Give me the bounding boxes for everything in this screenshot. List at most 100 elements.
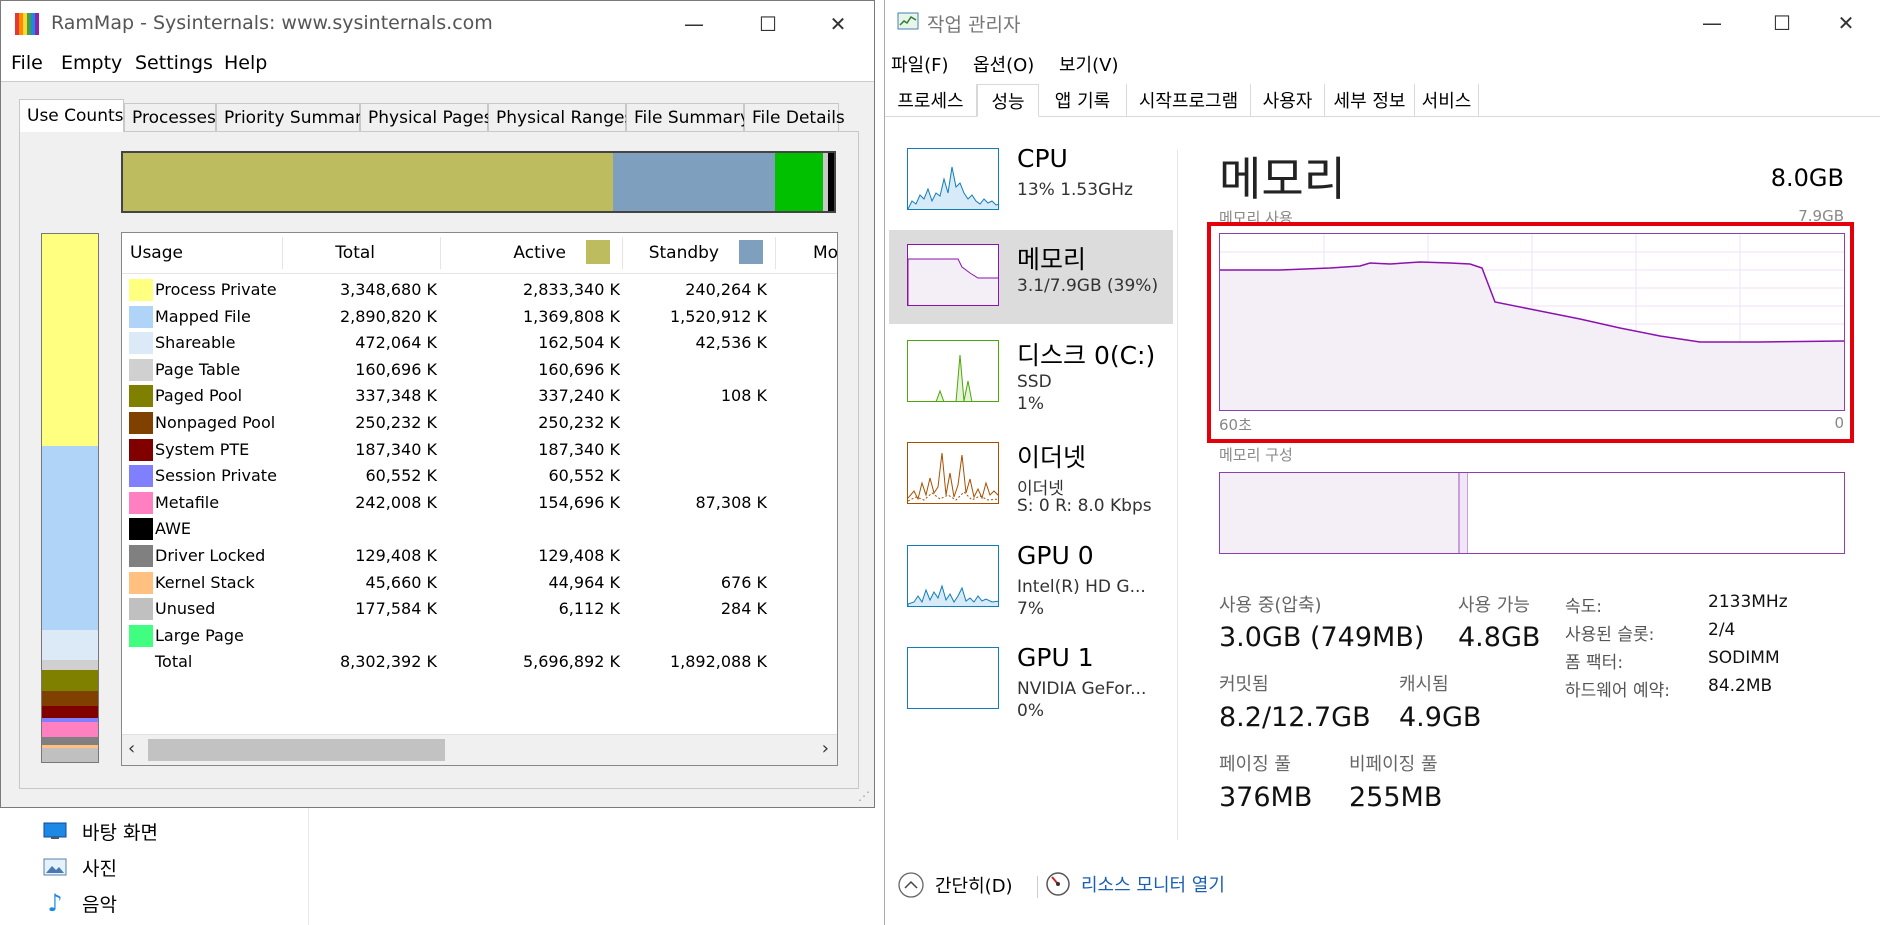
usage-label: Total [155,652,193,672]
maximize-button[interactable]: ☐ [1751,0,1813,46]
table-row[interactable]: Mapped File 2,890,820 K 1,369,808 K 1,520,9… [122,304,837,330]
col-active[interactable]: Active [513,243,566,263]
menu-file[interactable]: 파일(F) [891,51,949,77]
tab-performance[interactable]: 성능 [977,84,1039,117]
tab-use-counts[interactable]: Use Counts [19,99,124,132]
menu-help[interactable]: Help [224,52,267,74]
memory-composition-label: 메모리 구성 [1219,446,1293,464]
col-total[interactable]: Total [335,243,375,263]
open-resource-monitor-link[interactable]: 리소스 모니터 열기 [1045,871,1225,897]
usage-color-swatch [129,624,153,647]
spec-form-factor-label: 폼 팩터: [1565,653,1624,673]
active-cell: 6,112 K [558,599,620,619]
horizontal-scrollbar[interactable]: ‹ › [122,734,837,765]
total-cell: 45,660 K [365,572,437,592]
table-row[interactable]: Kernel Stack 45,660 K 44,964 K 676 K [122,570,837,596]
composition-in-use[interactable] [1220,473,1460,553]
tab-physical-ranges[interactable]: Physical Ranges [488,103,633,131]
table-row[interactable]: Shareable 472,064 K 162,504 K 42,536 K [122,330,837,356]
total-cell: 177,584 K [355,599,437,619]
fewer-details-button[interactable]: 간단히(D) [897,871,1013,899]
tab-processes[interactable]: 프로세스 [885,84,977,116]
total-cell: 129,408 K [355,546,437,565]
usage-label: Driver Locked [155,546,266,565]
standby-cell: 108 K [720,386,767,406]
maximize-button[interactable]: ☐ [737,1,799,47]
footer: 간단히(D) 리소스 모니터 열기 [885,855,1880,915]
scroll-right-icon[interactable]: › [822,738,829,759]
menu-empty[interactable]: Empty [61,52,122,74]
composition-modified[interactable] [1460,473,1468,553]
usage-color-swatch [129,358,153,381]
menu-file[interactable]: File [11,52,43,74]
resize-grip-icon[interactable]: ⋰ [858,789,870,803]
tab-startup[interactable]: 시작프로그램 [1127,84,1251,116]
sidebar-item-cpu[interactable]: CPU 13% 1.53GHz [889,138,1173,232]
sidebar-item-ethernet[interactable]: 이더넷 이더넷 S: 0 R: 8.0 Kbps [889,432,1173,526]
sidebar-item-detail: 0% [1017,701,1044,721]
tab-physical-pages[interactable]: Physical Pages [360,103,493,131]
table-row[interactable]: Page Table 160,696 K 160,696 K [122,357,837,383]
sidebar-item-memory[interactable]: 메모리 3.1/7.9GB (39%) [889,230,1173,324]
total-cell: 3,348,680 K [339,280,437,299]
usage-label: Shareable [155,333,236,353]
close-button[interactable]: ✕ [807,1,869,47]
menu-view[interactable]: 보기(V) [1059,51,1118,77]
task-manager-tabs: 프로세스 성능 앱 기록 시작프로그램 사용자 세부 정보 서비스 [885,84,1880,117]
tab-file-summary[interactable]: File Summary [626,103,750,131]
tab-priority-summary[interactable]: Priority Summary [216,103,372,131]
table-row[interactable]: Process Private 3,348,680 K 2,833,340 K 240… [122,277,837,303]
table-row[interactable]: Metafile 242,008 K 154,696 K 87,308 K [122,490,837,516]
minimize-button[interactable]: — [663,1,725,47]
sidebar-item-gpu0[interactable]: GPU 0 Intel(R) HD G... 7% [889,535,1173,629]
menu-options[interactable]: 옵션(O) [973,51,1034,77]
spec-hardware-reserved-value: 84.2MB [1708,676,1773,696]
total-cell: 250,232 K [355,413,437,432]
title-bar[interactable]: 작업 관리자 — ☐ ✕ [885,0,1880,46]
scroll-thumb[interactable] [148,739,445,761]
table-row[interactable]: Nonpaged Pool 250,232 K 250,232 K [122,410,837,436]
sidebar-item-disk[interactable]: 디스크 0(C:) SSD 1% [889,330,1173,424]
sidebar-item-detail: 3.1/7.9GB (39%) [1017,276,1159,296]
title-bar[interactable]: RamMap - Sysinternals: www.sysinternals.… [1,1,874,47]
sidebar-item-gpu1[interactable]: GPU 1 NVIDIA GeFor... 0% [889,637,1173,731]
nav-item-music[interactable]: ♪ 음악 [42,888,117,918]
table-row[interactable]: Session Private 60,552 K 60,552 K [122,463,837,489]
hbar-modified [775,153,823,211]
tab-details[interactable]: 세부 정보 [1325,84,1415,116]
tab-services[interactable]: 서비스 [1415,84,1479,116]
scroll-left-icon[interactable]: ‹ [128,738,135,759]
standby-color-swatch [739,240,763,264]
nav-item-desktop[interactable]: 바탕 화면 [42,816,158,846]
tab-file-details[interactable]: File Details [744,103,845,131]
table-row[interactable]: Paged Pool 337,348 K 337,240 K 108 K [122,383,837,409]
rammap-window: RamMap - Sysinternals: www.sysinternals.… [0,0,875,808]
table-row[interactable]: Total 8,302,392 K 5,696,892 K 1,892,088 K [122,649,837,675]
table-row[interactable]: Driver Locked 129,408 K 129,408 K [122,543,837,569]
close-button[interactable]: ✕ [1815,0,1877,46]
sidebar-item-label: GPU 1 [1017,643,1094,672]
usage-label: Kernel Stack [155,572,255,592]
nav-item-pictures[interactable]: 사진 [42,852,117,882]
col-modified[interactable]: Mo [813,243,837,263]
table-row[interactable]: AWE [122,516,837,542]
sidebar-item-detail: 13% 1.53GHz [1017,180,1133,200]
col-standby[interactable]: Standby [649,243,719,263]
table-row[interactable]: System PTE 187,340 K 187,340 K [122,437,837,463]
usage-color-swatch [129,412,153,434]
menu-settings[interactable]: Settings [135,52,213,74]
minimize-button[interactable]: — [1681,0,1743,46]
table-row[interactable]: Large Page [122,623,837,649]
sidebar-item-detail: 7% [1017,599,1044,619]
total-cell: 8,302,392 K [339,652,437,672]
standby-cell: 284 K [720,599,767,619]
tab-users[interactable]: 사용자 [1251,84,1325,116]
sidebar-divider [1177,150,1178,840]
table-header: Usage Total Active Standby Mo [122,233,837,274]
active-cell: 162,504 K [538,333,620,353]
tab-app-history[interactable]: 앱 기록 [1039,84,1127,116]
pictures-icon [42,857,68,877]
tab-processes[interactable]: Processes [124,103,216,131]
table-row[interactable]: Unused 177,584 K 6,112 K 284 K [122,596,837,622]
col-usage[interactable]: Usage [130,243,183,263]
